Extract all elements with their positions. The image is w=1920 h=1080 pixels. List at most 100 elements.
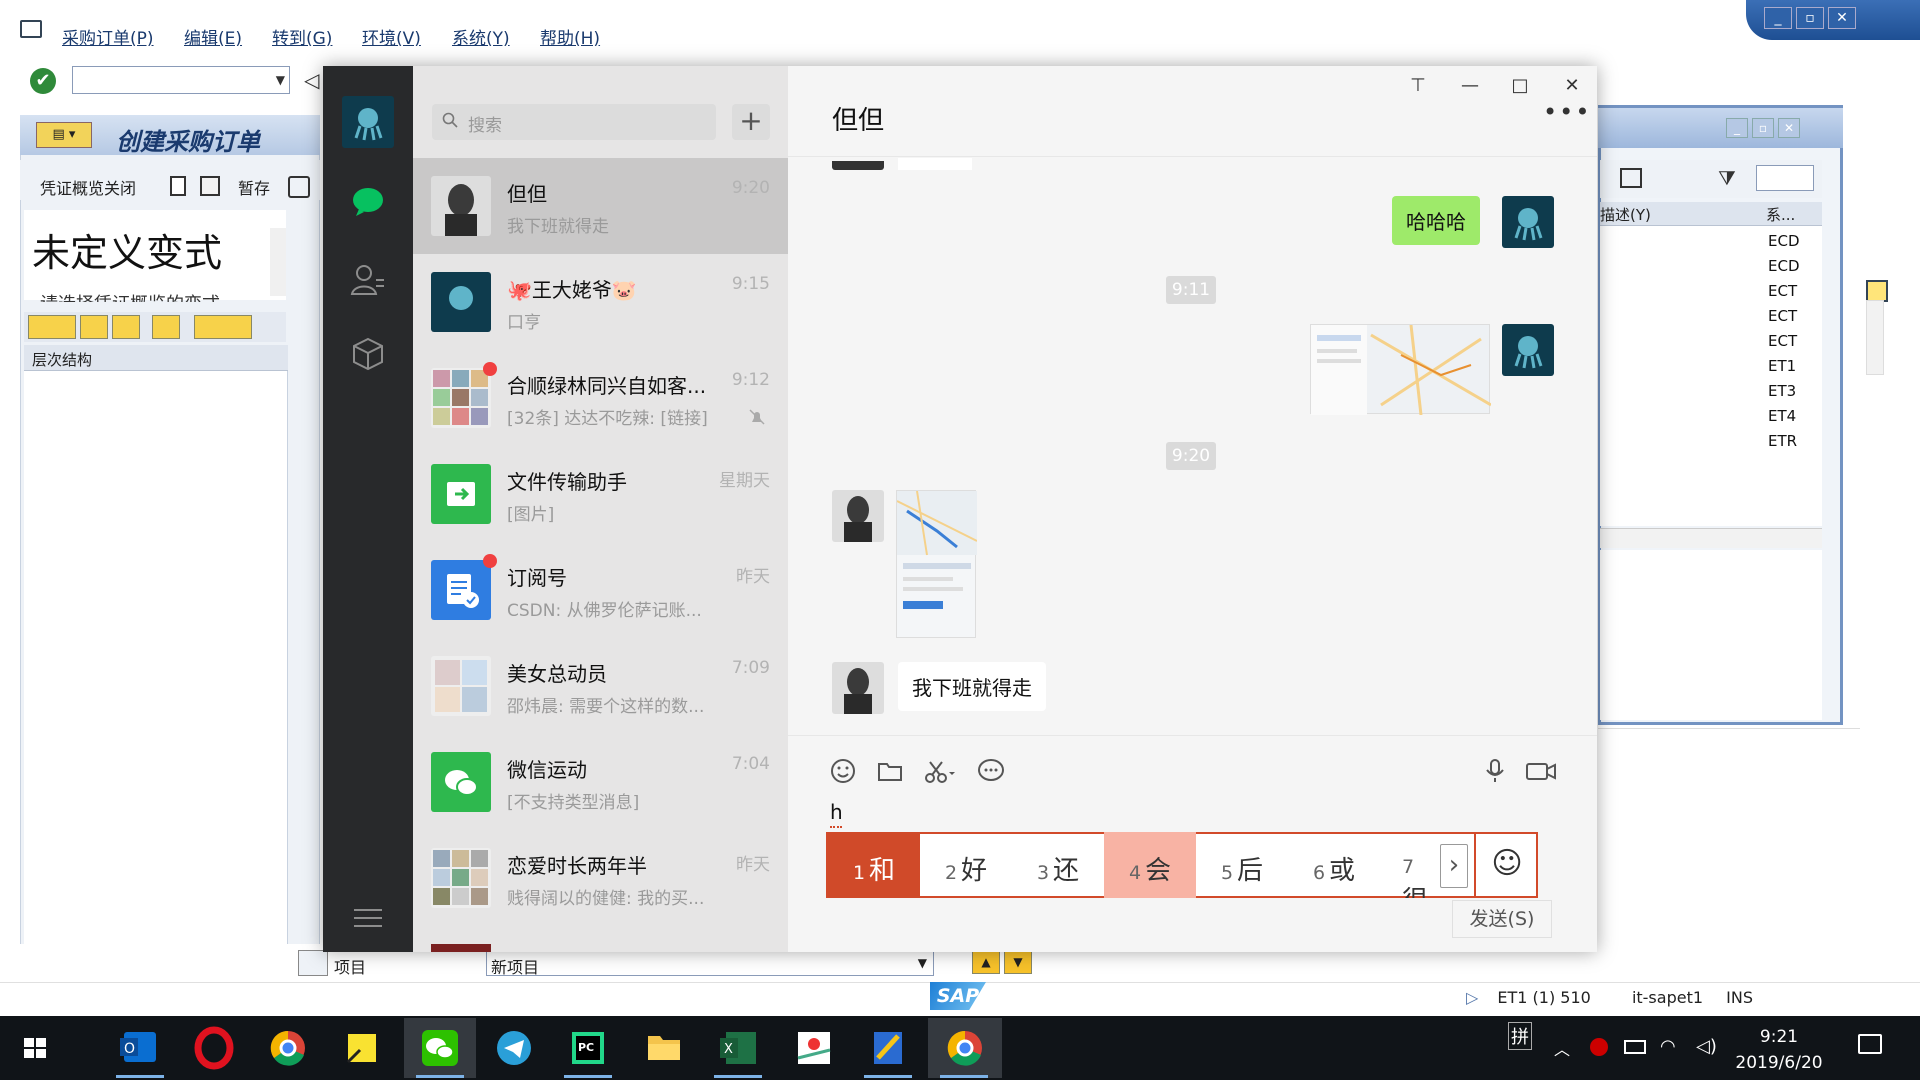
refresh-icon[interactable] [112,315,140,339]
battery-icon[interactable] [1624,1040,1646,1054]
close-button[interactable]: ✕ [1828,7,1856,29]
maps-icon[interactable] [778,1018,850,1078]
settings-icon[interactable] [288,176,310,198]
chevron-down-icon[interactable]: ▼ [276,73,285,87]
screenshot-icon[interactable] [922,756,958,786]
menu-environment[interactable]: 环境(V) [362,24,421,49]
command-field[interactable]: ▼ [72,66,290,94]
chrome-icon[interactable] [928,1018,1002,1078]
message-bubble[interactable]: 哈哈哈 [1392,196,1480,245]
minimize-button[interactable]: _ [1764,7,1792,29]
folder-icon[interactable] [875,756,905,786]
system-info[interactable]: ET1 (1) 510 [1497,988,1590,1007]
table-row[interactable]: ET3 [1768,382,1796,400]
list-item-partial[interactable] [413,926,788,952]
table-row[interactable]: ECT [1768,307,1797,325]
table-row[interactable]: ETR [1768,432,1797,450]
chat-history-icon[interactable] [976,756,1006,786]
add-button[interactable]: + [732,104,770,140]
play-icon[interactable]: ▷ [1466,988,1478,1007]
list-item[interactable]: 但但 9:20 我下班就得走 [413,158,788,254]
list-item[interactable]: 美女总动员 7:09 邵炜晨: 需要个这样的数... [413,638,788,734]
expand-icon[interactable] [28,315,76,339]
menu-help[interactable]: 帮助(H) [540,24,600,49]
ime-candidate[interactable]: 5后 [1196,832,1288,898]
message-bubble[interactable]: 我下班就得走 [898,662,1046,711]
table-row[interactable]: ECD [1768,232,1800,250]
popup-maximize-button[interactable]: ▫ [1752,118,1774,138]
wechat-taskbar-icon[interactable] [404,1018,476,1078]
document-icon[interactable]: ▤ ▾ [36,122,92,148]
system-column[interactable]: 系... [1766,204,1795,225]
hierarchy-tree[interactable] [24,371,288,971]
outlook-icon[interactable]: O [104,1018,176,1078]
list-item[interactable]: 微信运动 7:04 [不支持类型消息] [413,734,788,830]
popup-minimize-button[interactable]: _ [1726,118,1748,138]
ime-candidate[interactable]: 3还 [1012,832,1104,898]
check-icon[interactable]: ✔ [30,68,56,94]
list-item[interactable]: 恋爱时长两年半 昨天 贱得阔以的健健: 我的买... [413,830,788,926]
send-button[interactable]: 发送(S) [1452,900,1552,938]
ime-indicator[interactable]: 拼 [1508,1022,1532,1050]
table-row[interactable]: ET1 [1768,357,1796,375]
table-row[interactable]: ECT [1768,332,1797,350]
volume-icon[interactable]: ◁) [1696,1036,1717,1057]
maximize-icon[interactable]: □ [1506,72,1534,100]
avatar[interactable] [1502,196,1554,248]
list-item[interactable]: 订阅号 昨天 CSDN: 从佛罗伦萨记账... [413,542,788,638]
menu-edit[interactable]: 编辑(E) [184,24,242,49]
excel-icon[interactable]: X [702,1018,774,1078]
ime-candidate[interactable]: 1和 [828,832,920,898]
list-item[interactable]: 🐙王大姥爷🐷 9:15 口亨 [413,254,788,350]
pycharm-icon[interactable]: PC [552,1018,624,1078]
copy-icon[interactable] [80,315,108,339]
avatar[interactable] [342,96,394,148]
clock[interactable]: 9:21 2019/6/20 [1724,1024,1834,1076]
filter-input[interactable] [1756,165,1814,191]
chevron-right-icon[interactable]: › [1440,844,1468,888]
ime-candidate[interactable]: 2好 [920,832,1012,898]
filter-icon[interactable]: ⧩ [1718,166,1736,190]
map-image[interactable] [896,490,978,638]
chat-icon[interactable] [348,182,388,222]
table-layout-icon[interactable] [1866,280,1888,302]
ime-candidate[interactable]: 4会 [1104,832,1196,898]
menu-icon[interactable] [348,898,388,938]
back-icon[interactable]: ◁ [304,68,319,92]
table-settings-icon[interactable] [1620,168,1642,188]
copy-icon[interactable] [200,176,220,196]
horizontal-scrollbar[interactable] [1600,528,1822,548]
table-row[interactable]: ECT [1768,282,1797,300]
chevron-up-icon[interactable]: ︿ [1554,1036,1570,1060]
list-item[interactable]: 文件传输助手 星期天 [图片] [413,446,788,542]
app-icon[interactable] [852,1018,924,1078]
file-explorer-icon[interactable] [628,1018,700,1078]
chevron-down-icon[interactable]: ▼ [918,956,927,970]
table-row[interactable]: ET4 [1768,407,1796,425]
popup-close-button[interactable]: ✕ [1778,118,1800,138]
item-icon[interactable] [298,950,328,976]
chrome-icon[interactable] [252,1018,324,1078]
hold-button[interactable]: 暂存 [238,175,270,199]
avatar[interactable] [832,490,884,542]
list-item[interactable]: 合顺绿林同兴自如客... 9:12 [32条] 达达不吃辣: [链接] [413,350,788,446]
menu-goto[interactable]: 转到(G) [272,24,332,49]
video-call-icon[interactable] [1524,756,1558,786]
avatar[interactable] [832,662,884,714]
message-input[interactable]: h [830,800,843,824]
columns-icon[interactable] [152,315,180,339]
tray-app-icon[interactable] [1590,1038,1608,1056]
map-image[interactable] [1310,324,1492,416]
box-icon[interactable] [348,334,388,374]
telegram-icon[interactable] [478,1018,550,1078]
ime-candidate[interactable]: 6或 [1288,832,1380,898]
close-icon[interactable]: ✕ [1558,72,1586,100]
opera-icon[interactable] [178,1018,250,1078]
arrow-up-icon[interactable]: ▲ [972,950,1000,974]
sticky-notes-icon[interactable] [326,1018,398,1078]
close-overview-button[interactable]: 凭证概览关闭 [40,175,136,199]
emoji-icon[interactable] [828,756,858,786]
contacts-icon[interactable] [348,260,388,300]
table-row[interactable]: ECD [1768,257,1800,275]
avatar[interactable] [1502,324,1554,376]
